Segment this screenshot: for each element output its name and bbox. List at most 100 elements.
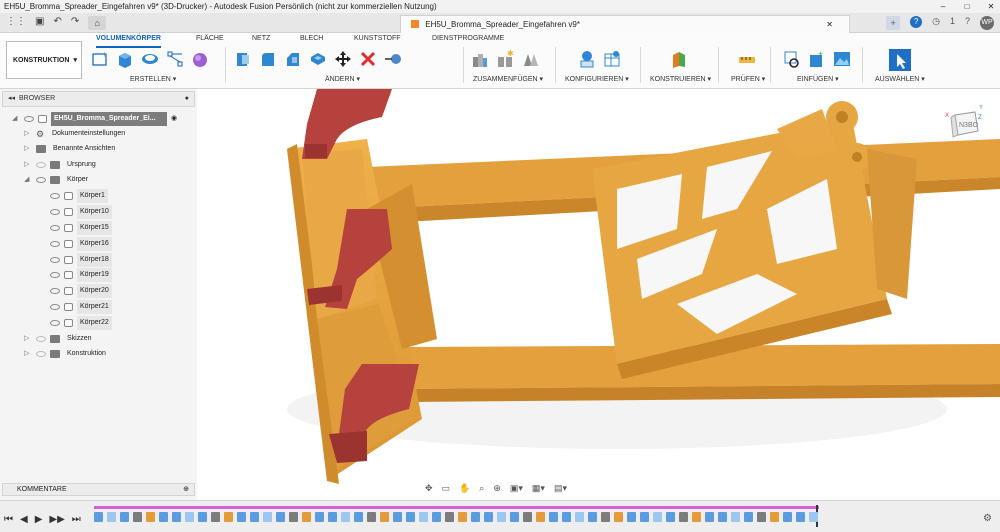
insert-mesh-icon[interactable]: +: [807, 49, 827, 69]
timeline-feature[interactable]: [237, 512, 246, 522]
radio-icon[interactable]: ◉: [171, 112, 177, 126]
timeline-feature[interactable]: [653, 512, 662, 522]
timeline-feature[interactable]: [211, 512, 220, 522]
save-icon[interactable]: ▣: [35, 16, 44, 30]
group-konfigurieren[interactable]: KONFIGURIEREN ▾: [565, 75, 629, 83]
timeline-feature[interactable]: [705, 512, 714, 522]
help-center-icon[interactable]: ?: [965, 16, 970, 30]
visibility-eye-icon[interactable]: [50, 288, 60, 294]
tree-item-body[interactable]: Körper15: [50, 221, 112, 235]
document-tab[interactable]: EH5U_Bromma_Spreader_Eingefahren v9* ✕: [400, 15, 850, 33]
timeline-feature[interactable]: [172, 512, 181, 522]
notifications-icon[interactable]: ◷: [932, 16, 940, 30]
timeline-feature[interactable]: [757, 512, 766, 522]
collapse-arrow-icon[interactable]: ◢: [24, 173, 32, 187]
expand-icon[interactable]: ▷: [24, 332, 32, 346]
group-aendern[interactable]: ÄNDERN ▾: [325, 75, 360, 83]
revolve-icon[interactable]: [140, 49, 160, 69]
timeline-feature[interactable]: [692, 512, 701, 522]
expand-icon[interactable]: ▷: [24, 142, 32, 156]
help-icon[interactable]: ?: [910, 16, 923, 28]
timeline-feature[interactable]: [185, 512, 194, 522]
timeline-feature[interactable]: [809, 512, 818, 522]
timeline-feature[interactable]: [380, 512, 389, 522]
timeline-feature[interactable]: [94, 512, 103, 522]
redo-icon[interactable]: ↷: [71, 16, 79, 30]
timeline-feature[interactable]: [718, 512, 727, 522]
go-to-end-icon[interactable]: ⏭: [72, 514, 81, 525]
zoom-icon[interactable]: ⌕: [479, 483, 484, 495]
timeline-feature[interactable]: [640, 512, 649, 522]
timeline-feature[interactable]: [432, 512, 441, 522]
fit-icon[interactable]: ⊕: [493, 483, 501, 495]
expand-icon[interactable]: ▷: [24, 127, 32, 141]
joint-icon[interactable]: ✱: [495, 49, 515, 69]
visibility-eye-icon[interactable]: [36, 177, 46, 183]
workspace-selector[interactable]: KONSTRUKTION ▾: [6, 41, 82, 79]
visibility-eye-icon[interactable]: [50, 257, 60, 263]
timeline-feature[interactable]: [328, 512, 337, 522]
capture-icon[interactable]: ▭: [442, 483, 451, 495]
timeline-feature[interactable]: [471, 512, 480, 522]
timeline-feature[interactable]: [354, 512, 363, 522]
timeline-feature[interactable]: [419, 512, 428, 522]
tree-item-body[interactable]: Körper20: [50, 284, 112, 298]
tree-item-skizzen[interactable]: ▷ Skizzen: [24, 332, 95, 346]
tab-netz[interactable]: NETZ: [252, 35, 270, 42]
group-konstruieren[interactable]: KONSTRUIEREN ▾: [650, 75, 711, 83]
maximize-button[interactable]: □: [962, 0, 972, 13]
timeline-feature[interactable]: [289, 512, 298, 522]
play-icon[interactable]: ▶: [35, 514, 43, 525]
timeline-feature[interactable]: [601, 512, 610, 522]
grid-settings-icon[interactable]: ▦▾: [532, 483, 545, 495]
browser-header[interactable]: ◂◂ BROWSER ●: [2, 91, 195, 107]
measure-icon[interactable]: [737, 49, 757, 69]
orbit-icon[interactable]: ✥: [425, 483, 433, 495]
tree-item-benannte-ansichten[interactable]: ▷ Benannte Ansichten: [24, 142, 118, 156]
add-comment-icon[interactable]: ⊕: [183, 484, 189, 496]
timeline-feature[interactable]: [562, 512, 571, 522]
tree-item-koerper[interactable]: ◢ Körper: [24, 173, 91, 187]
timeline-feature[interactable]: [536, 512, 545, 522]
fillet-icon[interactable]: [258, 49, 278, 69]
visibility-eye-icon[interactable]: [50, 272, 60, 278]
timeline-feature[interactable]: [744, 512, 753, 522]
browser-options-icon[interactable]: ●: [185, 92, 189, 106]
visibility-eye-icon[interactable]: [24, 116, 34, 122]
form-icon[interactable]: [190, 49, 210, 69]
group-einfuegen[interactable]: EINFÜGEN ▾: [797, 75, 839, 83]
timeline-feature[interactable]: [367, 512, 376, 522]
timeline-feature[interactable]: [107, 512, 116, 522]
timeline-feature[interactable]: [406, 512, 415, 522]
group-zusammenfuegen[interactable]: ZUSAMMENFÜGEN ▾: [473, 75, 543, 83]
replace-face-icon[interactable]: [383, 49, 403, 69]
timeline-feature[interactable]: [614, 512, 623, 522]
timeline-feature[interactable]: [133, 512, 142, 522]
timeline-feature[interactable]: [263, 512, 272, 522]
pan-icon[interactable]: ✋: [459, 483, 470, 495]
create-sketch-icon[interactable]: +: [90, 49, 110, 69]
viewports-icon[interactable]: ▤▾: [554, 483, 567, 495]
step-back-icon[interactable]: ◀: [20, 514, 28, 525]
tree-item-body[interactable]: Körper22: [50, 316, 112, 330]
configuration-table-icon[interactable]: [602, 49, 622, 69]
press-pull-icon[interactable]: [233, 49, 253, 69]
timeline-feature[interactable]: [731, 512, 740, 522]
tree-item-body[interactable]: Körper16: [50, 237, 112, 251]
expand-icon[interactable]: ▷: [24, 158, 32, 172]
configure-icon[interactable]: [577, 49, 597, 69]
timeline-feature[interactable]: [250, 512, 259, 522]
undo-icon[interactable]: ↶: [53, 16, 61, 30]
timeline-feature[interactable]: [523, 512, 532, 522]
comments-panel[interactable]: KOMMENTARE ⊕: [2, 483, 195, 496]
go-to-start-icon[interactable]: ⏮: [4, 514, 13, 525]
timeline-feature[interactable]: [393, 512, 402, 522]
delete-icon[interactable]: [358, 49, 378, 69]
timeline-feature[interactable]: [198, 512, 207, 522]
select-icon[interactable]: [889, 49, 911, 71]
visibility-eye-icon[interactable]: [50, 209, 60, 215]
insert-canvas-icon[interactable]: [832, 49, 852, 69]
timeline-feature[interactable]: [302, 512, 311, 522]
tab-dienstprogramme[interactable]: DIENSTPROGRAMME: [432, 35, 504, 42]
home-icon[interactable]: ⌂: [88, 16, 107, 30]
